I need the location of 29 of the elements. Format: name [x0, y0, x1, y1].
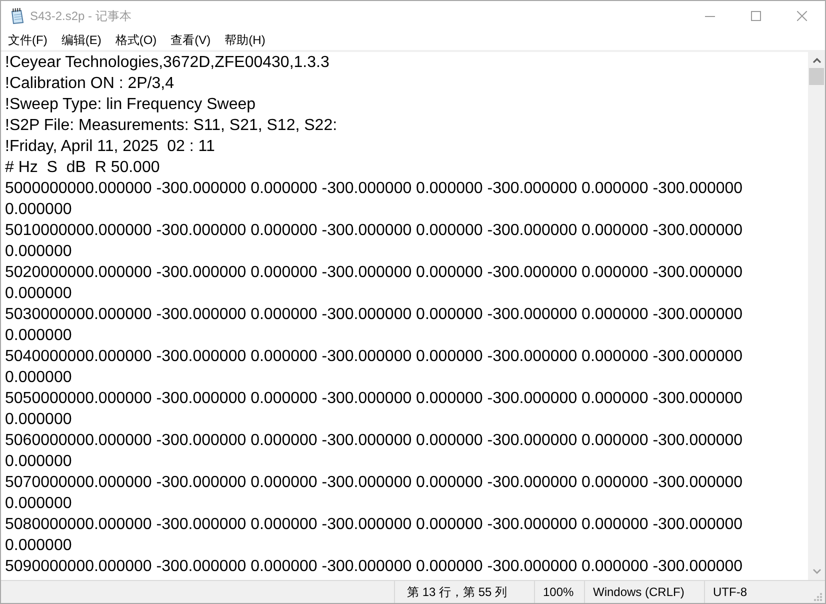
- notepad-icon: [9, 8, 25, 24]
- maximize-icon: [751, 11, 761, 21]
- text-line: 5060000000.000000 -300.000000 0.000000 -300.000000 0.000000 -300.000000 0.000000 -300.000000 0.000000: [5, 431, 744, 472]
- text-line: 5030000000.000000 -300.000000 0.000000 -300.000000 0.000000 -300.000000 0.000000 -300.000000 0.000000: [5, 305, 744, 346]
- line-ending: Windows (CRLF): [593, 584, 684, 600]
- cursor-position: 第 13 行，第 55 列: [407, 584, 508, 600]
- text-line: 5040000000.000000 -300.000000 0.000000 -300.000000 0.000000 -300.000000 0.000000 -300.000000 0.000000: [5, 347, 744, 388]
- vertical-scrollbar[interactable]: [808, 52, 825, 580]
- close-icon: [797, 11, 807, 21]
- text-line: !Calibration ON : 2P/3,4: [5, 74, 175, 94]
- zoom-level: 100%: [543, 584, 574, 600]
- scrollbar-thumb[interactable]: [809, 68, 824, 85]
- text-line: 5020000000.000000 -300.000000 0.000000 -300.000000 0.000000 -300.000000 0.000000 -300.000000 0.000000: [5, 263, 744, 304]
- text-line: 5090000000.000000 -300.000000 0.000000 -300.000000 0.000000 -300.000000 0.000000 -300.000000: [5, 557, 744, 577]
- text-line: 5050000000.000000 -300.000000 0.000000 -300.000000 0.000000 -300.000000 0.000000 -300.000000 0.000000: [5, 389, 744, 430]
- text-line: !Sweep Type: lin Frequency Sweep: [5, 95, 257, 115]
- encoding: UTF-8: [713, 584, 747, 600]
- text-line: 5010000000.000000 -300.000000 0.000000 -300.000000 0.000000 -300.000000 0.000000 -300.000000 0.000000: [5, 221, 744, 262]
- scroll-up-icon[interactable]: [812, 58, 820, 63]
- window-title: S43-2.s2p - 记事本: [30, 8, 132, 24]
- text-line: !Friday, April 11, 2025 02 : 11: [5, 137, 216, 157]
- text-line: # Hz S dB R 50.000: [5, 158, 161, 178]
- text-line: !S2P File: Measurements: S11, S21, S12, S22:: [5, 116, 338, 136]
- resize-grip-icon[interactable]: [814, 593, 822, 601]
- text-line: 5000000000.000000 -300.000000 0.000000 -300.000000 0.000000 -300.000000 0.000000 -300.000000 0.000000: [5, 179, 744, 220]
- text-line: 5080000000.000000 -300.000000 0.000000 -300.000000 0.000000 -300.000000 0.000000 -300.000000 0.000000: [5, 515, 744, 556]
- text-line: 5070000000.000000 -300.000000 0.000000 -300.000000 0.000000 -300.000000 0.000000 -300.000000 0.000000: [5, 473, 744, 514]
- text-line: !Ceyear Technologies,3672D,ZFE00430,1.3.3: [5, 53, 330, 73]
- scroll-down-icon[interactable]: [812, 569, 820, 574]
